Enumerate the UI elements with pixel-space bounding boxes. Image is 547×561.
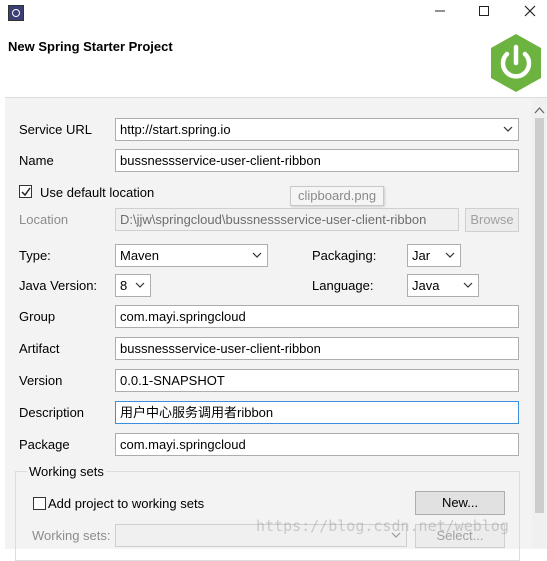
name-label: Name	[19, 153, 54, 168]
chevron-down-icon[interactable]	[134, 275, 146, 296]
minimize-icon[interactable]	[428, 3, 452, 23]
group-label: Group	[19, 309, 56, 324]
add-to-working-sets-checkbox[interactable]	[33, 497, 46, 510]
package-label: Package	[19, 437, 70, 452]
use-default-location-checkbox[interactable]	[19, 185, 32, 198]
packaging-label: Packaging:	[312, 248, 377, 263]
dialog-title: New Spring Starter Project	[8, 39, 173, 54]
type-select[interactable]: Maven	[115, 244, 268, 267]
version-label: Version	[19, 373, 63, 388]
version-field[interactable]: 0.0.1-SNAPSHOT	[115, 369, 519, 392]
java-version-value: 8	[120, 278, 128, 293]
name-field[interactable]: bussnessservice-user-client-ribbon	[115, 149, 519, 172]
java-version-select[interactable]: 8	[115, 274, 151, 297]
service-url-combo[interactable]: http://start.spring.io	[115, 118, 519, 141]
artifact-field[interactable]: bussnessservice-user-client-ribbon	[115, 337, 519, 360]
service-url-value: http://start.spring.io	[120, 122, 231, 137]
new-working-set-button[interactable]: New...	[415, 491, 505, 515]
scroll-up-icon[interactable]	[534, 102, 545, 114]
type-label: Type:	[19, 248, 51, 263]
java-version-label: Java Version:	[19, 278, 98, 293]
packaging-value: Jar	[412, 248, 431, 263]
chevron-down-icon[interactable]	[502, 119, 514, 140]
type-value: Maven	[120, 248, 160, 263]
tooltip: clipboard.png	[290, 186, 385, 206]
add-to-working-sets-label: Add project to working sets	[48, 496, 205, 511]
language-label: Language:	[312, 278, 374, 293]
close-icon[interactable]	[518, 3, 542, 23]
group-field[interactable]: com.mayi.springcloud	[115, 305, 519, 328]
eclipse-app-icon	[8, 5, 24, 21]
vertical-scrollbar[interactable]	[532, 98, 547, 548]
language-select[interactable]: Java	[407, 274, 479, 297]
chevron-down-icon[interactable]	[444, 245, 456, 266]
chevron-down-icon[interactable]	[462, 275, 474, 296]
spring-power-icon	[485, 32, 547, 94]
location-field: D:\jjw\springcloud\bussnessservice-user-…	[115, 208, 459, 231]
description-label: Description	[19, 405, 85, 420]
working-sets-legend: Working sets	[27, 464, 106, 479]
browse-button: Browse	[465, 208, 519, 232]
package-field[interactable]: com.mayi.springcloud	[115, 433, 519, 456]
service-url-label: Service URL	[19, 122, 92, 137]
watermark: https://blog.csdn.net/weblog	[256, 517, 509, 535]
maximize-icon[interactable]	[472, 3, 496, 23]
working-sets-label: Working sets:	[32, 528, 111, 543]
chevron-down-icon[interactable]	[251, 245, 263, 266]
scroll-thumb[interactable]	[535, 118, 544, 513]
description-field[interactable]: 用户中心服务调用者ribbon	[115, 401, 519, 424]
packaging-select[interactable]: Jar	[407, 244, 461, 267]
location-label: Location	[19, 212, 69, 227]
use-default-location-label: Use default location	[40, 185, 155, 200]
artifact-label: Artifact	[19, 341, 60, 356]
title-bar	[0, 0, 547, 28]
language-value: Java	[412, 278, 440, 293]
